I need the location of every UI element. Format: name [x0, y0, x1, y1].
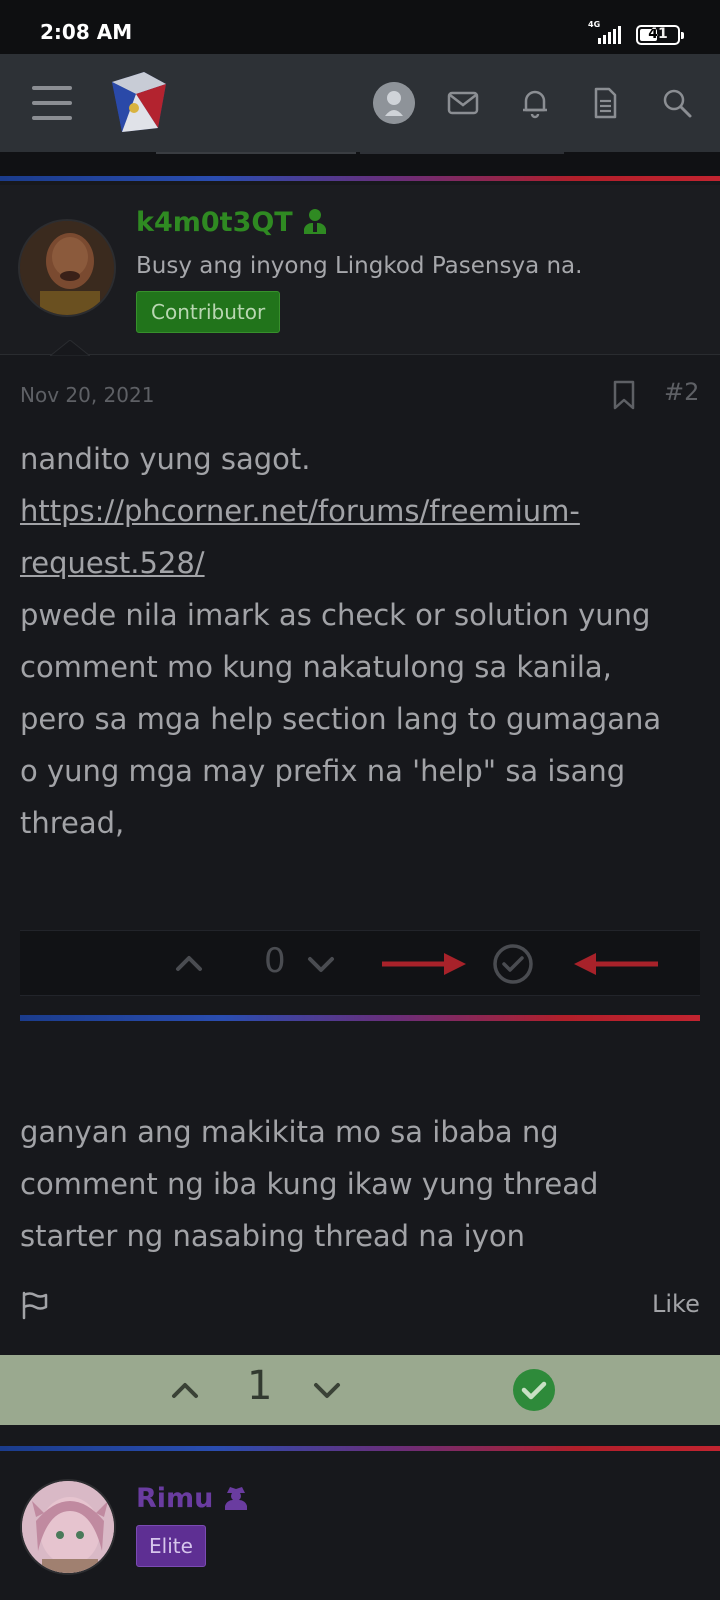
forum-link-continued[interactable]: request.528/: [20, 546, 205, 580]
author-username[interactable]: Rimu: [136, 1483, 249, 1514]
site-logo[interactable]: [104, 68, 172, 136]
divider-gradient: [0, 176, 720, 181]
author-avatar[interactable]: [20, 1479, 116, 1575]
app-header: [0, 54, 720, 152]
author-badge: Contributor: [136, 291, 281, 333]
post-date[interactable]: Nov 20, 2021: [20, 383, 154, 407]
document-icon[interactable]: [588, 86, 622, 120]
embedded-divider-gradient: [20, 1015, 700, 1021]
sub-navigation: [0, 152, 720, 176]
bookmark-icon[interactable]: [612, 380, 636, 410]
battery-level: 41: [648, 26, 668, 42]
mail-icon[interactable]: [446, 86, 480, 120]
downvote-icon: [308, 957, 334, 972]
user-avatar[interactable]: [373, 82, 415, 124]
user-secret-icon: [224, 1487, 247, 1510]
embedded-vote-count: 0: [264, 941, 286, 981]
upvote-icon: [176, 956, 202, 971]
status-time: 2:08 AM: [40, 20, 133, 44]
arrow-left-icon: [574, 953, 658, 975]
body-line: comment mo kung nakatulong sa kanila,: [20, 650, 612, 684]
embedded-screenshot-vote-bar: 0: [20, 930, 700, 996]
report-flag-icon[interactable]: [20, 1290, 50, 1320]
menu-icon[interactable]: [32, 86, 72, 120]
body-line: starter ng nasabing thread na iyon: [20, 1219, 526, 1253]
post-body: nandito yung sagot. https://phcorner.net…: [20, 433, 700, 849]
body-line: comment ng iba kung ikaw yung thread: [20, 1167, 599, 1201]
author-pointer: [50, 340, 90, 356]
body-line: pero sa mga help section lang to gumagan…: [20, 702, 662, 736]
user-tie-icon: [304, 209, 327, 234]
bell-icon[interactable]: [518, 86, 552, 120]
search-icon[interactable]: [660, 86, 694, 120]
divider-gradient: [0, 1446, 720, 1451]
next-post-author-block: Rimu Elite: [0, 1455, 720, 1600]
downvote-button[interactable]: [310, 1373, 344, 1407]
battery-icon: 41: [636, 25, 684, 45]
body-line: o yung mga may prefix na 'help" sa isang: [20, 754, 626, 788]
post-body-continued: ganyan ang makikita mo sa ibaba ng comme…: [20, 1106, 700, 1262]
solution-check-icon: [493, 944, 533, 984]
status-bar: 2:08 AM 4G 41: [0, 0, 720, 54]
body-line: ganyan ang makikita mo sa ibaba ng: [20, 1115, 559, 1149]
arrow-right-icon: [382, 953, 466, 975]
like-button[interactable]: Like: [652, 1290, 700, 1318]
author-badge: Elite: [136, 1525, 206, 1567]
author-title: Busy ang inyong Lingkod Pasensya na.: [136, 253, 583, 279]
author-username[interactable]: k4m0t3QT: [136, 207, 328, 238]
upvote-button[interactable]: [168, 1373, 202, 1407]
post-number[interactable]: #2: [664, 378, 699, 406]
body-line: pwede nila imark as check or solution yu…: [20, 598, 651, 632]
author-avatar[interactable]: [18, 219, 116, 317]
post-author-block: k4m0t3QT Busy ang inyong Lingkod Pasensy…: [0, 185, 720, 355]
body-paragraph: nandito yung sagot.: [20, 442, 311, 476]
body-line: thread,: [20, 806, 125, 840]
vote-bar: 1: [0, 1355, 720, 1425]
signal-icon: [598, 26, 626, 44]
forum-link[interactable]: https://phcorner.net/forums/freemium-: [20, 494, 580, 528]
solution-check-button[interactable]: [512, 1368, 556, 1412]
vote-count: 1: [247, 1363, 273, 1409]
